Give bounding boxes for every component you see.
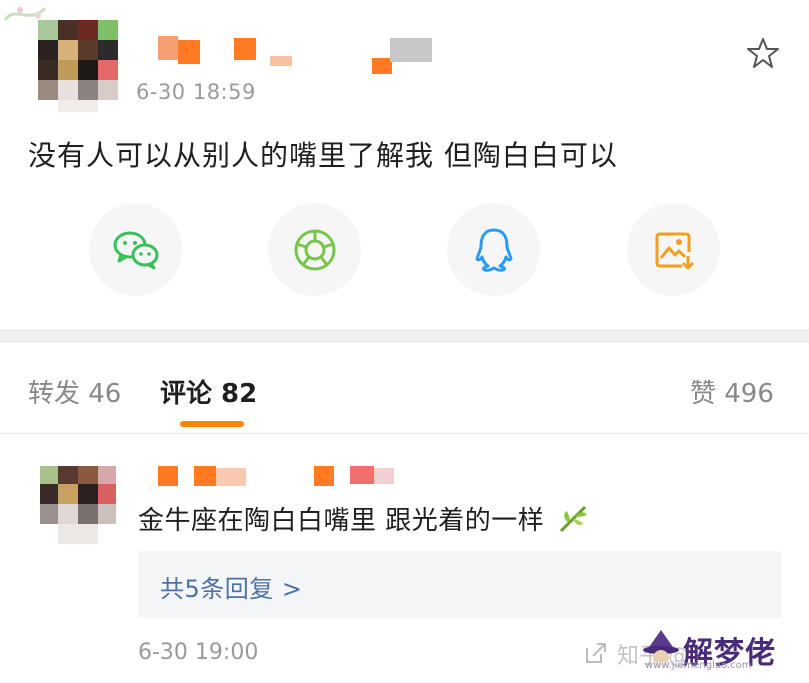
share-wechat-button[interactable] [89,203,182,296]
qq-icon [475,228,512,272]
comment-author-avatar[interactable] [40,466,118,546]
post-time: 6-30 18:59 [136,80,256,104]
moments-icon [294,229,335,270]
external-link-icon [586,643,606,663]
post-text: 没有人可以从别人的嘴里了解我 但陶白白可以 [28,139,618,172]
comment-text: 金牛座在陶白白嘴里 跟光着的一样 [138,500,589,537]
view-replies-link[interactable]: 共5条回复 > [160,569,303,604]
tab-repost[interactable]: 转发 46 [28,373,121,410]
tabs-divider [0,433,809,434]
post-author-name-blurred[interactable] [150,36,440,76]
bamboo-emoji-icon [559,505,588,533]
comment-text-content: 金牛座在陶白白嘴里 跟光着的一样 [138,506,545,536]
section-divider [0,329,809,343]
post-author-avatar[interactable] [38,20,120,112]
tab-likes[interactable]: 赞 496 [690,373,774,410]
comment-time: 6-30 19:00 [138,640,259,665]
comment-author-name-blurred[interactable] [150,466,410,490]
active-tab-indicator [180,421,244,427]
reply-box[interactable]: 共5条回复 > [138,551,781,618]
save-image-button[interactable] [627,203,720,296]
share-moments-button[interactable] [268,203,361,296]
save-image-icon [655,232,694,269]
share-qq-button[interactable] [447,203,540,296]
tab-comments[interactable]: 评论 82 [160,373,257,410]
favorite-star-icon[interactable] [746,36,780,70]
watermark-url: www.jiemenglao.com [645,660,752,671]
wechat-icon [113,231,158,269]
watermark: 知乎 @ 解梦佬 www.jiemenglao.com [583,624,809,676]
